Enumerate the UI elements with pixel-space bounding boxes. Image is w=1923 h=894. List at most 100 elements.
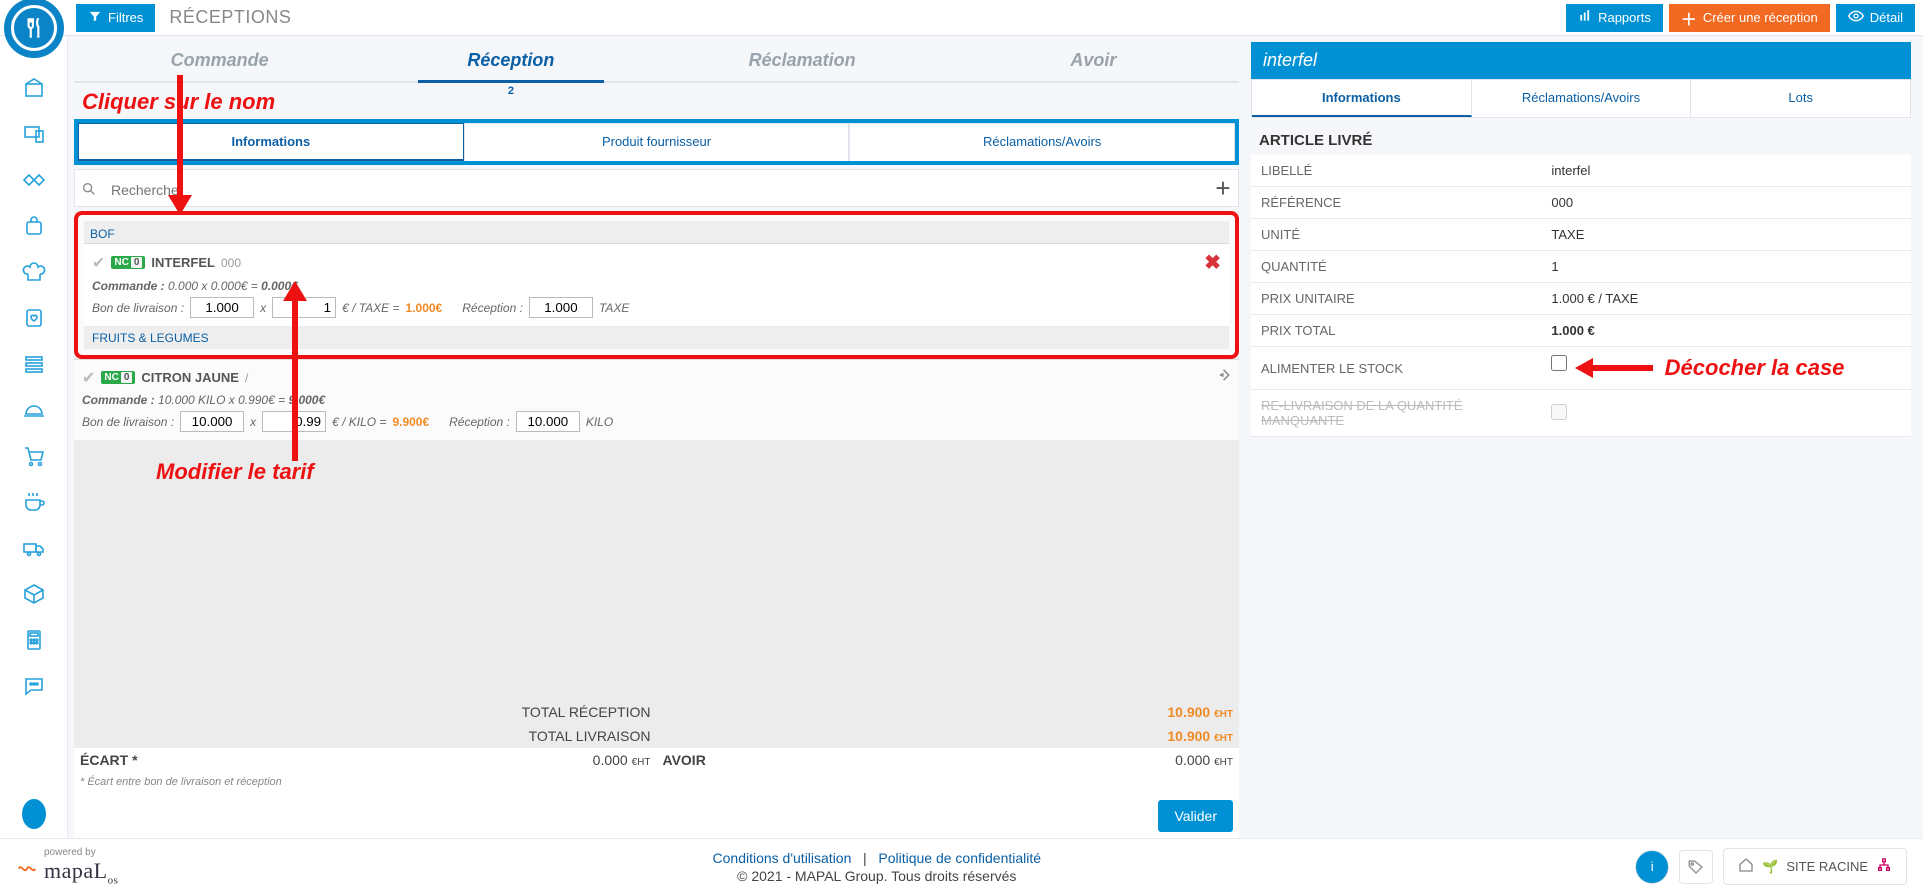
item-row-citron[interactable]: ✔ NC 0 CITRON JAUNE / Commande : 10.000 … [74, 359, 1239, 441]
search-icon [75, 181, 103, 200]
detail-tab-info[interactable]: Informations [1252, 80, 1472, 117]
detail-tab-lots[interactable]: Lots [1691, 80, 1910, 117]
plant-icon: 🌱 [1762, 859, 1778, 875]
detail-tab-reclam[interactable]: Réclamations/Avoirs [1472, 80, 1692, 117]
copyright: © 2021 - MAPAL Group. Tous droits réserv… [134, 868, 1619, 884]
reports-icon [1578, 9, 1592, 26]
relivraison-checkbox [1551, 404, 1567, 420]
recep-qty-input[interactable] [516, 411, 580, 432]
bon-qty-input[interactable] [190, 297, 254, 318]
site-selector[interactable]: 🌱 SITE RACINE [1723, 848, 1907, 885]
check-icon: ✔ [82, 368, 95, 388]
list-icon[interactable] [22, 352, 46, 376]
chef-hat-icon[interactable] [22, 260, 46, 284]
nc-badge: NC 0 [101, 371, 135, 384]
create-reception-button[interactable]: ＋ Créer une réception [1669, 4, 1830, 32]
nc-badge: NC 0 [111, 256, 145, 269]
bon-total: 1.000€ [406, 301, 443, 315]
recep-qty-input[interactable] [529, 297, 593, 318]
item-name[interactable]: CITRON JAUNE [141, 370, 239, 385]
category-bof: BOF [84, 221, 1229, 244]
package-icon[interactable] [22, 582, 46, 606]
arrow-left-icon [1575, 358, 1653, 378]
handshake-icon[interactable] [22, 168, 46, 192]
left-column: Commande Réception 2 Réclamation Avoir C… [74, 42, 1239, 838]
field-prix-unitaire: 1.000 € / TAXE [1541, 283, 1911, 315]
stock-checkbox[interactable] [1551, 355, 1567, 371]
subtab-reclam[interactable]: Réclamations/Avoirs [849, 123, 1235, 161]
filters-button[interactable]: Filtres [76, 4, 155, 32]
totals-block: TOTAL RÉCEPTION 10.900 €HT TOTAL LIVRAIS… [74, 700, 1239, 838]
tab-reception[interactable]: Réception 2 [365, 42, 656, 81]
avoir-label: AVOIR [663, 752, 706, 768]
tab-reclamation[interactable]: Réclamation [657, 42, 948, 81]
detail-button[interactable]: Détail [1836, 4, 1915, 32]
app-badge-icon[interactable] [22, 802, 46, 826]
info-icon[interactable]: i [1635, 850, 1669, 884]
sidebar [0, 36, 68, 838]
cart-icon[interactable] [22, 444, 46, 468]
cloche-icon[interactable] [22, 398, 46, 422]
field-prix-total: 1.000 € [1541, 315, 1911, 347]
bon-qty-input[interactable] [180, 411, 244, 432]
heart-clipboard-icon[interactable] [22, 306, 46, 330]
hierarchy-icon [1876, 857, 1892, 876]
items-list: BOF ✔ NC 0 INTERFEL 000 ✖ Commande : [74, 211, 1239, 700]
plus-icon: ＋ [1681, 6, 1697, 30]
item-ref: / [245, 371, 248, 385]
right-column: interfel Informations Réclamations/Avoir… [1251, 42, 1911, 838]
item-row-interfel[interactable]: ✔ NC 0 INTERFEL 000 ✖ Commande : 0.000 x… [84, 244, 1229, 327]
field-quantite: 1 [1541, 251, 1911, 283]
eye-icon [1848, 8, 1864, 27]
footer-center: Conditions d'utilisation | Politique de … [134, 850, 1619, 884]
detail-header: interfel [1251, 42, 1911, 79]
share-icon[interactable] [1213, 366, 1231, 389]
calculator-icon[interactable] [22, 628, 46, 652]
section-article-livre: ARTICLE LIVRÉ [1259, 132, 1911, 149]
annotation-click-name: Cliquer sur le nom [82, 89, 1239, 115]
field-reference: 000 [1541, 187, 1911, 219]
remove-item-icon[interactable]: ✖ [1204, 250, 1221, 275]
bon-total: 9.900€ [392, 415, 429, 429]
site-label: SITE RACINE [1786, 859, 1868, 874]
validate-button[interactable]: Valider [1158, 800, 1233, 832]
total-reception-label: TOTAL RÉCEPTION [74, 700, 657, 724]
annotation-uncheck: Décocher la case [1665, 355, 1845, 380]
chat-icon[interactable] [22, 674, 46, 698]
terms-link[interactable]: Conditions d'utilisation [713, 850, 852, 866]
category-fruits: FRUITS & LEGUMES [84, 327, 1229, 349]
check-icon: ✔ [92, 253, 105, 273]
blue-panel: Informations Produit fournisseur Réclama… [74, 119, 1239, 165]
building-icon[interactable] [22, 76, 46, 100]
privacy-link[interactable]: Politique de confidentialité [878, 850, 1041, 866]
subtabs: Informations Produit fournisseur Réclama… [78, 123, 1235, 161]
subtab-informations[interactable]: Informations [78, 123, 464, 161]
bag-icon[interactable] [22, 214, 46, 238]
tab-commande[interactable]: Commande [74, 42, 365, 81]
item-ref: 000 [221, 256, 241, 270]
field-unite: TAXE [1541, 219, 1911, 251]
add-item-button[interactable]: + [1212, 173, 1234, 204]
truck-icon[interactable] [22, 536, 46, 560]
article-fields: LIBELLÉinterfel RÉFÉRENCE000 UNITÉTAXE Q… [1251, 155, 1911, 437]
reports-label: Rapports [1598, 10, 1651, 25]
devices-icon[interactable] [22, 122, 46, 146]
filter-icon [88, 9, 102, 26]
topbar: Filtres RÉCEPTIONS Rapports ＋ Créer une … [0, 0, 1923, 36]
footer: powered by mapaLos Conditions d'utilisat… [0, 838, 1923, 894]
ecart-note: * Écart entre bon de livraison et récept… [74, 772, 1239, 792]
tag-icon[interactable] [1679, 850, 1713, 884]
detail-label: Détail [1870, 10, 1903, 25]
item-name[interactable]: INTERFEL [151, 255, 215, 270]
total-livraison-label: TOTAL LIVRAISON [74, 724, 657, 748]
app-logo[interactable] [4, 0, 64, 58]
main-area: Commande Réception 2 Réclamation Avoir C… [0, 36, 1923, 838]
reports-button[interactable]: Rapports [1566, 4, 1663, 32]
highlighted-item-box: BOF ✔ NC 0 INTERFEL 000 ✖ Commande : [74, 211, 1239, 359]
coffee-icon[interactable] [22, 490, 46, 514]
subtab-produit[interactable]: Produit fournisseur [464, 123, 850, 161]
tab-avoir[interactable]: Avoir [948, 42, 1239, 81]
search-input[interactable] [103, 174, 1206, 206]
content: Commande Réception 2 Réclamation Avoir C… [68, 36, 1923, 838]
create-label: Créer une réception [1703, 10, 1818, 25]
